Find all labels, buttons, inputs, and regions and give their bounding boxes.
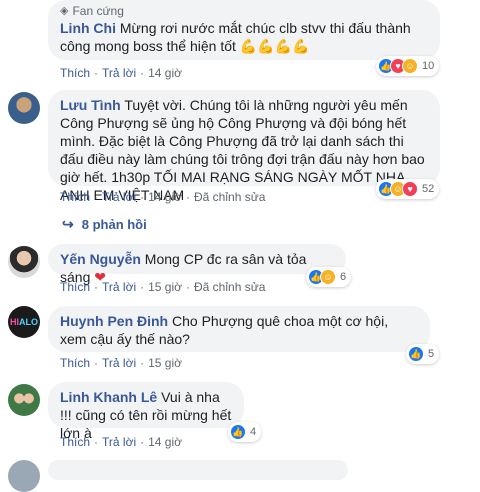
- reply-link[interactable]: Trả lời: [102, 435, 136, 449]
- reaction-count: 52: [422, 183, 435, 195]
- comment-actions: Thích · Trả lời · 14 giờ: [60, 435, 182, 449]
- comment-author[interactable]: Linh Khanh Lê: [60, 389, 157, 405]
- comment-bubble: Lưu Tình Tuyệt vời. Chúng tôi là những n…: [48, 90, 440, 203]
- reply-link[interactable]: Trả lời: [102, 356, 136, 370]
- timestamp[interactable]: 14 giờ: [148, 190, 182, 204]
- reaction-summary[interactable]: 👍 ☺ ♥ 52: [376, 179, 440, 199]
- timestamp[interactable]: 15 giờ: [148, 280, 182, 294]
- reaction-summary[interactable]: 👍 ♥ ☺ 10: [376, 56, 440, 76]
- comment-actions: Thích · Trả lời · 15 giờ: [60, 356, 182, 370]
- like-link[interactable]: Thích: [60, 280, 90, 294]
- view-replies-link[interactable]: ↪ 8 phản hồi: [62, 216, 147, 233]
- reaction-summary[interactable]: 👍 4: [228, 422, 262, 442]
- reaction-summary[interactable]: 👍 ☺ 6: [306, 267, 352, 287]
- comment-bubble: ◈ Fan cứng Linh Chi Mừng rơi nước mắt ch…: [48, 0, 440, 60]
- like-link[interactable]: Thích: [60, 435, 90, 449]
- reply-link[interactable]: Trả lời: [102, 190, 136, 204]
- haha-reaction-icon: ☺: [320, 269, 336, 285]
- like-reaction-icon: 👍: [230, 424, 246, 440]
- comment-bubble: Huynh Pen Đinh Cho Phượng quê choa một c…: [48, 306, 430, 352]
- fan-badge: ◈ Fan cứng: [60, 4, 124, 18]
- love-reaction-icon: ♥: [402, 181, 418, 197]
- timestamp[interactable]: 15 giờ: [148, 356, 182, 370]
- next-comment-avatar[interactable]: [8, 460, 40, 492]
- edited-label[interactable]: Đã chỉnh sửa: [194, 280, 265, 294]
- reply-link[interactable]: Trả lời: [102, 66, 136, 80]
- comment-bubble: Linh Khanh Lê Vui à nha !!! cũng có tên …: [48, 382, 244, 441]
- comment-author[interactable]: Lưu Tình: [60, 97, 121, 113]
- comment-actions: Thích · Trả lời · 14 giờ · Đã chỉnh sửa: [60, 190, 266, 204]
- comment-author[interactable]: Yến Nguyễn: [60, 251, 141, 267]
- avatar[interactable]: HI ALO: [8, 306, 40, 338]
- reply-link[interactable]: Trả lời: [102, 280, 136, 294]
- reaction-count: 10: [422, 60, 435, 72]
- reaction-count: 4: [250, 426, 257, 438]
- timestamp[interactable]: 14 giờ: [148, 435, 182, 449]
- comment-bubble: Yến Nguyễn Mong CP đc ra sân và tỏa sáng…: [48, 244, 346, 285]
- avatar[interactable]: [8, 384, 40, 416]
- reaction-count: 6: [340, 271, 347, 283]
- reply-arrow-icon: ↪: [62, 216, 74, 232]
- like-reaction-icon: 👍: [408, 346, 424, 362]
- next-comment-bubble: [48, 460, 348, 480]
- like-link[interactable]: Thích: [60, 190, 90, 204]
- like-link[interactable]: Thích: [60, 66, 90, 80]
- comment-actions: Thích · Trả lời · 15 giờ · Đã chỉnh sửa: [60, 280, 266, 294]
- reaction-count: 5: [428, 348, 435, 360]
- edited-label[interactable]: Đã chỉnh sửa: [194, 190, 265, 204]
- avatar[interactable]: [8, 246, 40, 278]
- haha-reaction-icon: ☺: [402, 58, 418, 74]
- avatar[interactable]: [8, 92, 40, 124]
- flexed-biceps-emoji: 💪💪💪💪: [239, 38, 310, 54]
- comment-author[interactable]: Linh Chi: [60, 20, 116, 36]
- like-link[interactable]: Thích: [60, 356, 90, 370]
- timestamp[interactable]: 14 giờ: [148, 66, 182, 80]
- comment-actions: Thích · Trả lời · 14 giờ: [60, 66, 182, 80]
- avatar-hi-alo-mark: HI: [10, 317, 19, 327]
- diamond-icon: ◈: [60, 5, 69, 17]
- comment-author[interactable]: Huynh Pen Đinh: [60, 313, 168, 329]
- reaction-summary[interactable]: 👍 5: [406, 344, 440, 364]
